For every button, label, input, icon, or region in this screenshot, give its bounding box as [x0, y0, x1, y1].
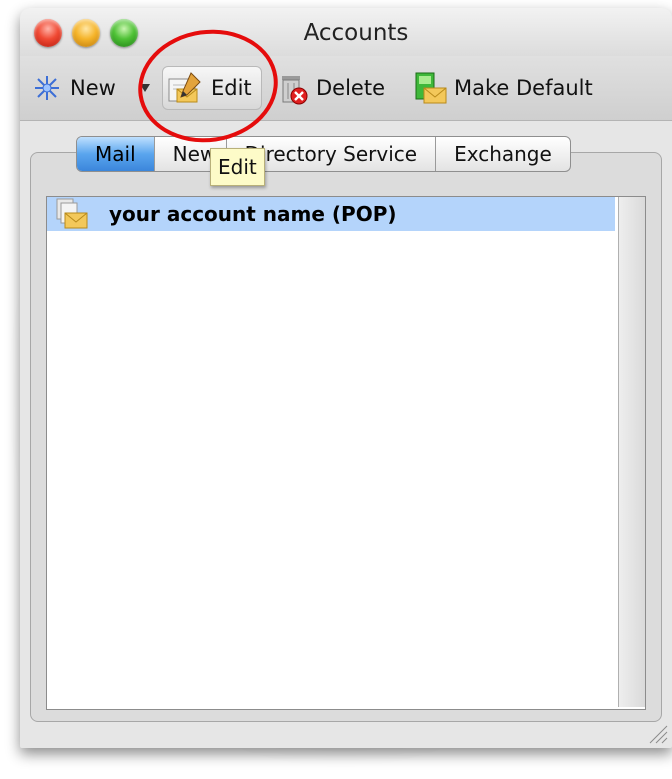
new-button-label: New	[70, 76, 116, 100]
tab-exchange[interactable]: Exchange	[436, 137, 570, 171]
account-type-tabs: Mail News Directory Service Exchange	[76, 136, 571, 172]
make-default-button-label: Make Default	[454, 76, 593, 100]
accounts-content: Mail News Directory Service Exchange Edi…	[20, 120, 672, 748]
accounts-list[interactable]: your account name (POP)	[46, 196, 646, 710]
account-name: your account name (POP)	[109, 202, 397, 226]
pop-account-icon	[56, 198, 88, 229]
tab-mail[interactable]: Mail	[77, 137, 155, 171]
edit-button-label: Edit	[211, 76, 252, 100]
make-default-icon	[415, 72, 447, 104]
toolbar: New Edit Delete Make Default	[20, 56, 672, 121]
make-default-button[interactable]: Make Default	[412, 56, 593, 120]
delete-button-label: Delete	[316, 76, 385, 100]
resize-grip-icon[interactable]	[646, 722, 668, 744]
new-star-icon	[35, 76, 59, 100]
list-item[interactable]: your account name (POP)	[47, 197, 615, 231]
edit-tooltip: Edit	[210, 148, 265, 186]
accounts-window: Accounts New Edit Delete Make Default Ma…	[20, 8, 672, 748]
title-bar[interactable]: Accounts	[20, 8, 672, 56]
trash-delete-icon	[282, 76, 308, 105]
edit-pencil-icon	[168, 72, 201, 103]
list-scrollbar[interactable]	[618, 197, 645, 707]
edit-button[interactable]: Edit	[162, 66, 262, 110]
window-title: Accounts	[303, 20, 409, 46]
new-button[interactable]: New	[34, 56, 116, 120]
delete-button[interactable]: Delete	[278, 56, 385, 120]
new-dropdown-arrow-icon[interactable]	[140, 84, 150, 92]
